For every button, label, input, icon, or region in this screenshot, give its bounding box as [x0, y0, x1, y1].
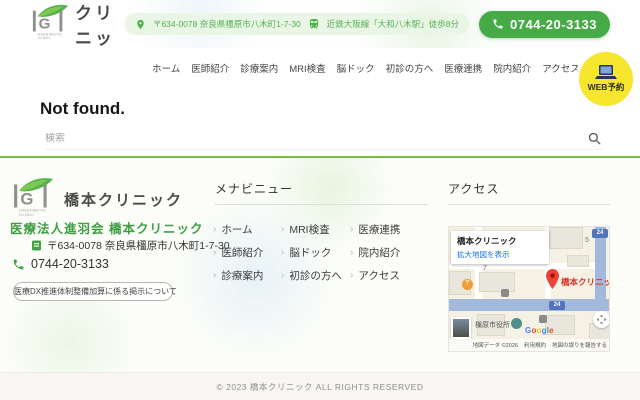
map-terms-link[interactable]: 利用規約 [524, 341, 546, 349]
header-address: 〒634-0078 奈良県橿原市八木町1-7-30 [153, 18, 301, 30]
web-reserve-badge[interactable]: WEB予約 [579, 52, 633, 106]
search-button[interactable] [586, 130, 603, 147]
phone-icon [12, 258, 25, 271]
footer-menu-divider [215, 204, 428, 205]
map-pan-control[interactable] [593, 311, 610, 328]
footer-access-divider [448, 204, 610, 205]
nav-item-home[interactable]: ホーム [152, 61, 180, 75]
map-info-window: 橋本クリニック 拡大地図を表示 [451, 231, 549, 264]
map-report-link[interactable]: 地図の誤りを報告する [552, 341, 607, 349]
nav-item-medical-coop[interactable]: 医療連携 [444, 61, 482, 75]
footer-menu-col-2: ›MRI検査 ›脳ドック ›初診の方へ [281, 222, 342, 283]
page: 橋本クリニック 〒634-0078 奈良県橿原市八木町1-7-30 近鉄大阪線「… [0, 0, 640, 400]
nav-item-brain-dock[interactable]: 脳ドック [337, 61, 375, 75]
route-shield: 24 [549, 301, 565, 310]
nav-item-facility[interactable]: 院内紹介 [493, 61, 531, 75]
city-hall-icon [511, 318, 522, 329]
chevron-right-icon: › [281, 270, 284, 281]
nav-item-doctors[interactable]: 医師紹介 [191, 61, 229, 75]
chevron-right-icon: › [213, 270, 216, 281]
phone-icon [492, 18, 504, 30]
map-marker-icon[interactable] [545, 269, 560, 294]
dx-notice-button[interactable]: 医療DX推進体制整備加算に係る掲示について [13, 282, 173, 301]
city-hall-label: 橿原市役所 [475, 320, 510, 330]
train-icon [308, 18, 320, 30]
footer-link-services[interactable]: ›診療案内 [213, 268, 263, 283]
chevron-right-icon: › [350, 247, 353, 258]
search-input[interactable] [45, 133, 586, 144]
copyright-bar: © 2023 橋本クリニック ALL RIGHTS RESERVED [0, 372, 640, 400]
corporation-name: 医療法人進羽会 橋本クリニック [10, 218, 203, 237]
nav-item-access[interactable]: アクセス [542, 61, 580, 75]
footer-site-title: 橋本クリニック [64, 189, 183, 210]
footer-link-doctors[interactable]: ›医師紹介 [213, 245, 263, 260]
google-logo: Google [525, 326, 554, 335]
header-info-pill: 〒634-0078 奈良県橿原市八木町1-7-30 近鉄大阪線「大和八木駅」徒歩… [125, 13, 469, 35]
header-phone-number: 0744-20-3133 [510, 17, 597, 32]
post-office-icon: 〒 [462, 279, 473, 290]
footer-link-access[interactable]: ›アクセス [350, 268, 400, 283]
route-shield: 24 [592, 229, 608, 238]
chevron-right-icon: › [350, 224, 353, 235]
map-building [549, 227, 583, 249]
header: 橋本クリニック 〒634-0078 奈良県橿原市八木町1-7-30 近鉄大阪線「… [0, 0, 640, 48]
footer-logo: 橋本クリニック [10, 176, 183, 223]
google-map-embed[interactable]: 24 24 5 7 〒 橿原市役所 橋本クリニック 拡大地図を表示 橋 [448, 226, 610, 352]
phone-button[interactable]: 0744-20-3133 [479, 11, 610, 38]
building-icon [31, 240, 42, 251]
map-data-label: 地図データ ©2026 [473, 341, 518, 349]
map-enlarge-link[interactable]: 拡大地図を表示 [457, 249, 543, 260]
footer-address: 〒634-0078 奈良県橿原市八木町1-7-30 [47, 238, 230, 253]
footer-menu-col-1: ›ホーム ›医師紹介 ›診療案内 [213, 222, 263, 283]
footer-link-medical-coop[interactable]: ›医療連携 [350, 222, 400, 237]
footer-link-mri[interactable]: ›MRI検査 [281, 222, 342, 237]
map-route-road [449, 299, 610, 311]
footer-link-brain-dock[interactable]: ›脳ドック [281, 245, 342, 260]
footer-menu-col-3: ›医療連携 ›院内紹介 ›アクセス [350, 222, 400, 283]
nav-item-mri[interactable]: MRI検査 [289, 61, 325, 75]
chevron-right-icon: › [281, 247, 284, 258]
footer-menu-heading: メナビニュー [215, 180, 293, 197]
footer-link-facility[interactable]: ›院内紹介 [350, 245, 400, 260]
clinic-logo-icon [31, 3, 69, 46]
map-marker-label: 橋本クリニック [561, 276, 610, 288]
header-station: 近鉄大阪線「大和八木駅」徒歩8分 [327, 18, 459, 30]
chevron-right-icon: › [281, 224, 284, 235]
footer-link-home[interactable]: ›ホーム [213, 222, 263, 237]
search-form [45, 128, 603, 150]
map-pin-icon [135, 19, 146, 30]
chevron-right-icon: › [350, 270, 353, 281]
footer-phone-number: 0744-20-3133 [31, 257, 109, 271]
nav-item-first-visit[interactable]: 初診の方へ [386, 61, 434, 75]
map-building [479, 272, 515, 292]
map-poi-icon [501, 289, 509, 297]
page-title: Not found. [40, 99, 125, 119]
search-icon [588, 132, 601, 145]
street-view-thumbnail[interactable] [451, 317, 471, 339]
main-nav: ホーム 医師紹介 診療案内 MRI検査 脳ドック 初診の方へ 医療連携 院内紹介… [0, 48, 640, 88]
map-info-title: 橋本クリニック [457, 235, 543, 247]
chevron-right-icon: › [213, 224, 216, 235]
footer-access-heading: アクセス [448, 180, 499, 197]
map-attribution: 地図データ ©2026 利用規約 地図の誤りを報告する [449, 339, 610, 351]
nav-item-services[interactable]: 診療案内 [240, 61, 278, 75]
main-content: Not found. [0, 88, 640, 156]
footer: 橋本クリニック 医療法人進羽会 橋本クリニック 〒634-0078 奈良県橿原市… [0, 158, 640, 372]
map-label-5: 5 [585, 237, 589, 244]
footer-link-first-visit[interactable]: ›初診の方へ [281, 268, 342, 283]
chevron-right-icon: › [213, 247, 216, 258]
clinic-logo-icon [10, 176, 56, 223]
copyright-text: © 2023 橋本クリニック ALL RIGHTS RESERVED [216, 382, 423, 392]
web-reserve-label: WEB予約 [588, 81, 625, 93]
footer-address-row: 〒634-0078 奈良県橿原市八木町1-7-30 [31, 238, 230, 253]
map-label-7: 7 [483, 265, 487, 272]
footer-phone-row[interactable]: 0744-20-3133 [12, 257, 109, 271]
map-building [567, 255, 589, 267]
laptop-icon [595, 65, 617, 80]
map-poi-icon [539, 315, 547, 323]
